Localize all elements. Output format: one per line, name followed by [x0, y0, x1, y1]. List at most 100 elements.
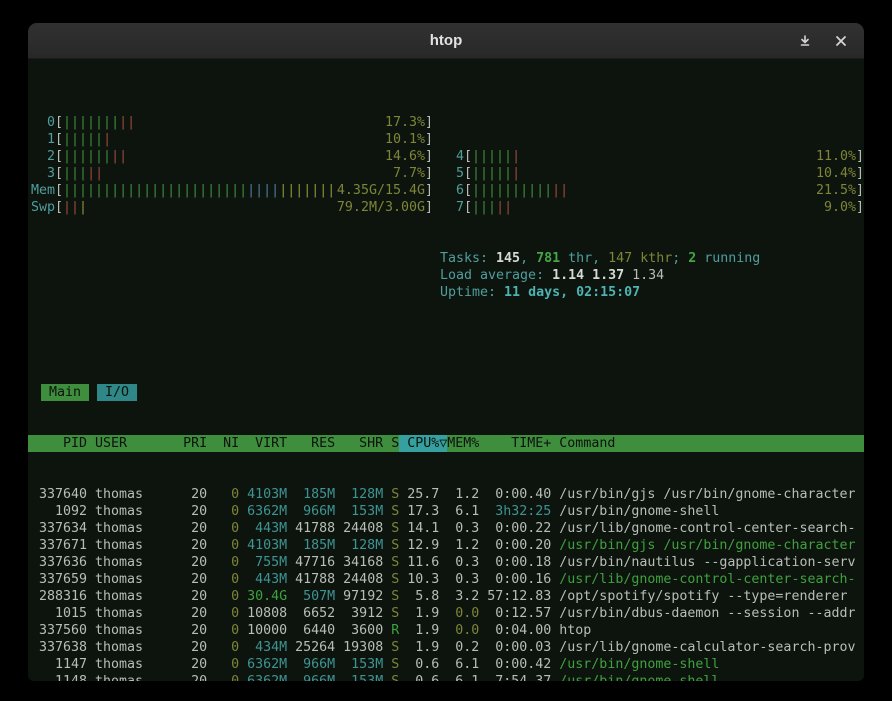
process-row[interactable]: 1015thomas2001080866523912S1.90.00:12.57… [28, 605, 864, 622]
cell-pri: 20 [175, 622, 207, 639]
cell-res: 6652 [287, 605, 335, 622]
minimize-icon[interactable] [796, 32, 814, 50]
cell-state: S [383, 639, 399, 656]
cell-mem-pct: 0.3 [439, 554, 479, 571]
cell-virt: 6362M [239, 656, 287, 673]
cell-pid: 1147 [31, 656, 87, 673]
process-row[interactable]: 1147thomas2006362M966M153MS0.66.10:00.42… [28, 656, 864, 673]
process-row[interactable]: 1148thomas2006362M966M153MS0.66.17:54.37… [28, 673, 864, 681]
cell-pri: 20 [175, 537, 207, 554]
cell-state: S [383, 520, 399, 537]
cell-state: S [383, 673, 399, 681]
cell-user: thomas [95, 537, 175, 554]
close-icon[interactable] [832, 32, 850, 50]
uptime-line: Uptime: 11 days, 02:15:07 [437, 284, 864, 301]
process-row[interactable]: 337634thomas200443M4178824408S14.10.30:0… [28, 520, 864, 537]
cell-pid: 337636 [31, 554, 87, 571]
header-mem[interactable]: MEM% [447, 435, 479, 452]
cell-shr: 3912 [335, 605, 383, 622]
cell-cpu-pct: 11.6 [399, 554, 439, 571]
meter-value: 21.5% [814, 182, 856, 199]
cell-res: 507M [287, 588, 335, 605]
meter-bracket-close: ] [425, 114, 433, 131]
process-table-header: PID USERPRINIVIRTRESSHRSCPU%▽MEM%TIME+ Com… [28, 435, 864, 452]
header-command[interactable]: Command [559, 435, 858, 452]
load-average-line: Load average: 1.14 1.37 1.34 [437, 267, 864, 284]
cell-user: thomas [95, 673, 175, 681]
cell-command: /usr/lib/gnome-control-center-search- [559, 571, 858, 588]
summary-segment: ; [672, 251, 688, 266]
cell-virt: 30.4G [239, 588, 287, 605]
process-row[interactable]: 288316thomas20030.4G507M97192S5.83.257:1… [28, 588, 864, 605]
cell-res: 6440 [287, 622, 335, 639]
tab-main[interactable]: Main [41, 384, 89, 401]
meter-pipe-group: ||||||||||||||||||||||| [63, 183, 247, 198]
meter-bracket-close: ] [425, 148, 433, 165]
meter-pipe-group: ||||||| [63, 115, 119, 130]
process-row[interactable]: 337659thomas200443M4178824408S10.30.30:0… [28, 571, 864, 588]
cell-mem-pct: 6.1 [439, 656, 479, 673]
header-s[interactable]: S [383, 435, 399, 452]
header-pri[interactable]: PRI [175, 435, 207, 452]
header-shr[interactable]: SHR [335, 435, 383, 452]
meter-bracket-close: ] [425, 131, 433, 148]
cell-shr: 34168 [335, 554, 383, 571]
cell-virt: 6362M [239, 673, 287, 681]
process-row[interactable]: 1092thomas2006362M966M153MS17.36.13h32:2… [28, 503, 864, 520]
cell-ni: 0 [207, 571, 239, 588]
meter-label: 3 [31, 165, 55, 182]
header-time[interactable]: TIME+ [479, 435, 551, 452]
meter-pipes: |||||||| [63, 148, 127, 165]
meter-pipe-group: || [119, 115, 135, 130]
cell-res: 41788 [287, 571, 335, 588]
cell-res: 966M [287, 656, 335, 673]
cell-user: thomas [95, 622, 175, 639]
cell-res: 25264 [287, 639, 335, 656]
cpu-3-meter: 3[|||||7.7%] [28, 165, 433, 182]
header-ni[interactable]: NI [207, 435, 239, 452]
cell-pid: 1092 [31, 503, 87, 520]
header-virt[interactable]: VIRT [239, 435, 287, 452]
meter-pipe-group: ||||| [472, 166, 512, 181]
cell-time: 0:00.18 [479, 554, 551, 571]
cell-res: 47716 [287, 554, 335, 571]
cell-ni: 0 [207, 554, 239, 571]
process-row[interactable]: 337636thomas200755M4771634168S11.60.30:0… [28, 554, 864, 571]
cpu-5-meter: 5[||||||10.4%] [437, 165, 864, 182]
summary-segment: Load average: [440, 268, 552, 283]
cpu-1-meter: 1[||||||10.1%] [28, 131, 433, 148]
tab-io[interactable]: I/O [97, 384, 137, 401]
cell-mem-pct: 1.2 [439, 486, 479, 503]
cell-ni: 0 [207, 605, 239, 622]
process-row[interactable]: 337640thomas2004103M185M128MS25.71.20:00… [28, 486, 864, 503]
cell-shr: 24408 [335, 571, 383, 588]
meter-label: Swp [31, 199, 55, 216]
cell-cpu-pct: 0.6 [399, 673, 439, 681]
cell-mem-pct: 0.0 [439, 622, 479, 639]
cell-mem-pct: 0.2 [439, 639, 479, 656]
cell-state: S [383, 503, 399, 520]
header-res[interactable]: RES [287, 435, 335, 452]
process-row[interactable]: 337671thomas2004103M185M128MS12.91.20:00… [28, 537, 864, 554]
cell-pri: 20 [175, 486, 207, 503]
meter-bracket-close: ] [425, 182, 433, 199]
summary-segment: , [592, 251, 608, 266]
meter-bracket-close: ] [856, 165, 864, 182]
meter-pipe-group: || [87, 166, 103, 181]
meter-bar: ||||||10.1% [63, 131, 425, 148]
process-row[interactable]: 337560thomas2001000064403600R1.90.00:04.… [28, 622, 864, 639]
header-cpu[interactable]: CPU%▽ [399, 435, 447, 452]
meter-value: 7.7% [391, 165, 425, 182]
cpu-4-meter: 4[||||||11.0%] [437, 148, 864, 165]
titlebar[interactable]: htop [28, 23, 864, 59]
meter-bracket-open: [ [55, 182, 63, 199]
process-row[interactable]: 337638thomas200434M2526419308S1.90.20:00… [28, 639, 864, 656]
summary-segment: thr [560, 251, 592, 266]
cell-virt: 755M [239, 554, 287, 571]
cell-state: S [383, 554, 399, 571]
header-pid[interactable]: PID [31, 435, 87, 452]
summary-segment: Uptime: [440, 285, 504, 300]
meter-pipe-group: | [512, 166, 520, 181]
cell-shr: 24408 [335, 520, 383, 537]
header-user[interactable]: USER [95, 435, 175, 452]
